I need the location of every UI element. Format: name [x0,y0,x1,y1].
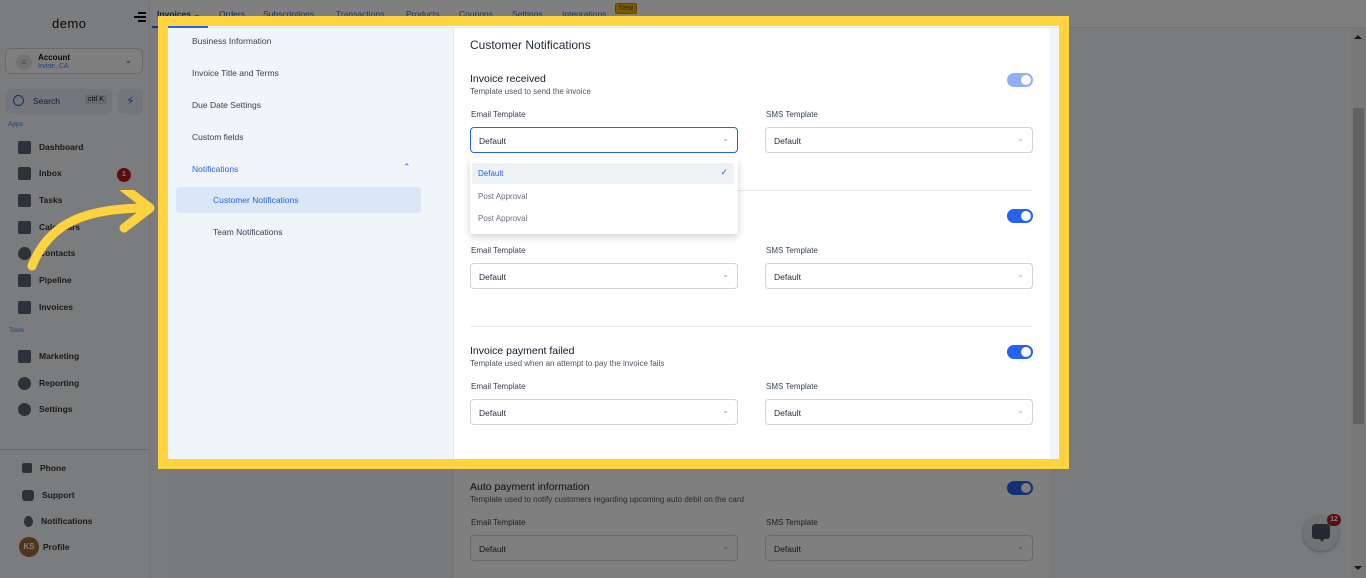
email-template-select[interactable]: Default ⌄ [470,399,738,425]
chevron-down-icon: ⌄ [722,134,729,143]
settings-nav-custom-fields[interactable]: Custom fields [192,132,244,142]
chevron-down-icon: ⌄ [1017,134,1024,143]
chevron-down-icon: ⌄ [1017,406,1024,415]
divider [470,326,1033,327]
settings-nav-business-information[interactable]: Business Information [192,36,271,46]
page-title: Customer Notifications [470,38,591,52]
sms-template-select[interactable]: Default ⌄ [765,127,1033,153]
dropdown-option-post-approval[interactable]: Post Approval [472,186,734,207]
settings-nav-team-notifications[interactable]: Team Notifications [176,219,421,245]
email-template-label: Email Template [471,382,526,391]
sms-template-label: SMS Template [766,382,818,391]
sms-template-select[interactable]: Default ⌄ [765,263,1033,289]
notification-invoice-received: Invoice received Template used to send t… [470,73,1033,158]
email-template-select[interactable]: Default ⌄ [470,127,738,153]
chevron-down-icon: ⌄ [722,406,729,415]
email-template-select[interactable]: Default ⌄ [470,263,738,289]
dropdown-option-post-approval[interactable]: Post Approval [472,208,734,229]
enable-toggle[interactable] [1007,345,1033,359]
settings-nav-notifications[interactable]: Notifications [192,164,238,174]
email-template-label: Email Template [471,246,526,255]
sms-template-select[interactable]: Default ⌄ [765,399,1033,425]
settings-nav-customer-notifications[interactable]: Customer Notifications [176,187,421,213]
dim-overlay [1059,26,1366,459]
check-icon: ✓ [720,167,728,177]
sms-template-label: SMS Template [766,246,818,255]
notification-title: Invoice received [470,73,546,85]
notification-description: Template used when an attempt to pay the… [470,359,665,368]
sms-template-label: SMS Template [766,110,818,119]
dim-overlay [0,459,1366,578]
dim-overlay [0,0,1366,26]
notification-title: Invoice payment failed [470,345,575,357]
settings-nav-invoice-title-terms[interactable]: Invoice Title and Terms [192,68,279,78]
chevron-up-icon[interactable]: ⌃ [403,162,411,173]
enable-toggle[interactable] [1007,209,1033,223]
dropdown-option-default[interactable]: Default ✓ [472,163,734,184]
email-template-dropdown: Default ✓ Post Approval Post Approval [470,158,738,234]
notification-invoice-payment-failed: Invoice payment failed Template used whe… [470,345,1033,430]
arrow-icon [27,190,155,271]
settings-nav-due-date-settings[interactable]: Due Date Settings [192,100,261,110]
enable-toggle[interactable] [1007,73,1033,87]
chevron-down-icon: ⌄ [1017,270,1024,279]
email-template-label: Email Template [471,110,526,119]
notification-description: Template used to send the invoice [470,87,591,96]
chevron-down-icon: ⌄ [722,270,729,279]
